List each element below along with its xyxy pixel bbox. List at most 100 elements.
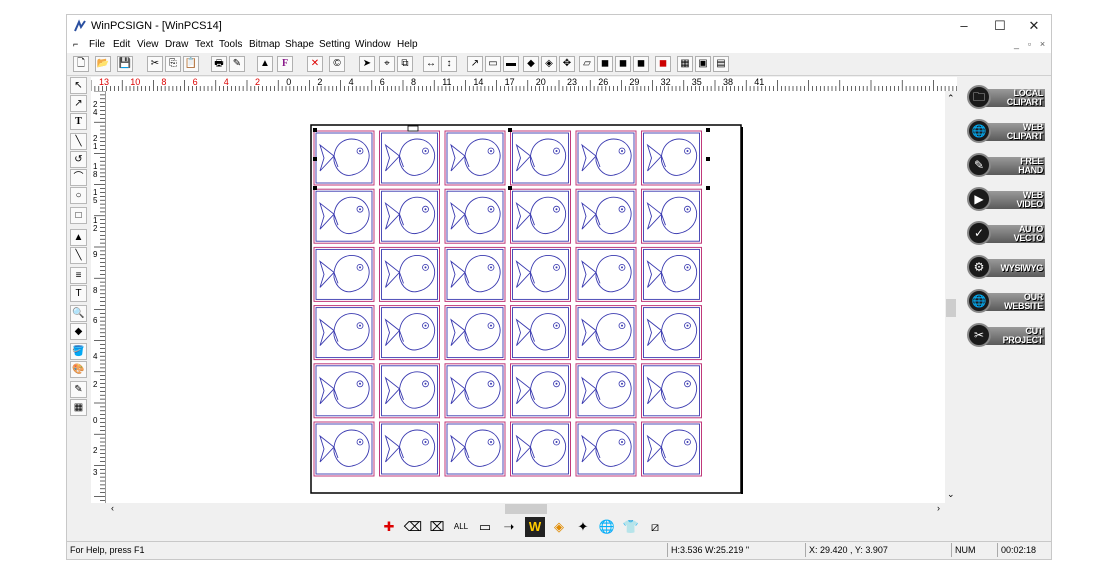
maximize-button[interactable]: ☐	[983, 15, 1017, 37]
free-hand-button[interactable]: FREE HAND ✎	[967, 153, 1047, 179]
scroll-up-icon[interactable]: ⌃	[947, 93, 955, 104]
menu-bitmap[interactable]: Bitmap	[249, 39, 280, 50]
menu-draw[interactable]: Draw	[165, 39, 188, 50]
mdi-restore-button[interactable]: ▫	[1024, 39, 1035, 50]
group-icon-3[interactable]: ▤	[713, 56, 729, 72]
arrange-icon-6[interactable]: ✥	[559, 56, 575, 72]
group-icon-1[interactable]: ▦	[677, 56, 693, 72]
text-fit-icon[interactable]: ≡	[70, 267, 87, 284]
select-arrow-icon[interactable]: ➤	[359, 56, 375, 72]
fill-tool-icon[interactable]: ▲	[70, 229, 87, 246]
curve-tool-icon[interactable]: ↺	[70, 151, 87, 168]
auto-vecto-button[interactable]: AUTO VECTO ✓	[967, 221, 1047, 247]
our-website-button[interactable]: OUR WEBSITE 🌐	[967, 289, 1047, 315]
calculator-icon[interactable]: ▦	[70, 399, 87, 416]
palette-icon[interactable]: 🎨	[70, 361, 87, 378]
line-tool-icon[interactable]: ╲	[70, 133, 87, 150]
contour-icon[interactable]: ◈	[549, 517, 569, 537]
group-icon-2[interactable]: ▣	[695, 56, 711, 72]
rectangle-tool-icon[interactable]: □	[70, 207, 87, 224]
save-icon[interactable]: 💾	[117, 56, 133, 72]
to-line-icon[interactable]: ▭	[475, 517, 495, 537]
pointer-tool-icon[interactable]: ↖	[70, 77, 87, 94]
menu-tools[interactable]: Tools	[219, 39, 242, 50]
menu-help[interactable]: Help	[397, 39, 418, 50]
ellipse-tool-icon[interactable]: ○	[70, 187, 87, 204]
vertical-scroll-thumb[interactable]	[946, 299, 956, 317]
menu-view[interactable]: View	[137, 39, 159, 50]
scroll-right-icon[interactable]: ›	[937, 503, 940, 513]
menu-file[interactable]: File	[89, 39, 105, 50]
copyright-icon[interactable]: ©	[329, 56, 345, 72]
open-icon[interactable]: 📂	[95, 56, 111, 72]
mirror-vertical-icon[interactable]: ↕	[441, 56, 457, 72]
mdi-close-button[interactable]: ×	[1037, 39, 1048, 50]
wysiwyg-w-icon[interactable]: W	[525, 517, 545, 537]
arrange-icon-11[interactable]: ◼	[655, 56, 671, 72]
vertical-text-icon[interactable]: T	[70, 285, 87, 302]
arrange-icon-4[interactable]: ◆	[523, 56, 539, 72]
cut-icon[interactable]: ✂	[147, 56, 163, 72]
arrange-icon-10[interactable]: ◼	[633, 56, 649, 72]
mdi-doc-icon[interactable]: ⌐	[73, 39, 83, 49]
close-button[interactable]: ✕	[1017, 15, 1051, 37]
to-curve-icon[interactable]: ➝	[499, 517, 519, 537]
label-line-2: HAND	[1018, 165, 1043, 175]
scroll-left-icon[interactable]: ‹	[111, 503, 114, 513]
ruler-label: 41	[754, 77, 765, 87]
paste-icon[interactable]: 📋	[183, 56, 199, 72]
break-node-icon[interactable]: ⌧	[427, 517, 447, 537]
paint-bucket-icon[interactable]: 🪣	[70, 343, 87, 360]
cut-project-button[interactable]: CUT PROJECT ✂	[967, 323, 1047, 349]
scroll-down-icon[interactable]: ⌄	[947, 489, 955, 500]
local-clipart-button[interactable]: LOCAL CLIPART 🗀	[967, 85, 1047, 111]
menu-setting[interactable]: Setting	[319, 39, 350, 50]
arrange-icon-9[interactable]: ◼	[615, 56, 631, 72]
add-node-icon[interactable]: ✚	[379, 517, 399, 537]
cutter-icon[interactable]: ✎	[229, 56, 245, 72]
web-clipart-button[interactable]: WEB CLIPART 🌐	[967, 119, 1047, 145]
weld-icon[interactable]: ⧉	[397, 56, 413, 72]
arrange-icon-2[interactable]: ▭	[485, 56, 501, 72]
mdi-minimize-button[interactable]: _	[1011, 39, 1022, 50]
measure-tool-icon[interactable]: ✎	[70, 381, 87, 398]
new-icon[interactable]: 🗋	[73, 56, 89, 72]
crop-icon[interactable]: ⧄	[645, 517, 665, 537]
arrange-icon-1[interactable]: ↗	[467, 56, 483, 72]
minimize-button[interactable]: –	[947, 15, 981, 37]
menu-shape[interactable]: Shape	[285, 39, 314, 50]
ruler-label: 6	[192, 77, 198, 87]
zoom-tool-icon[interactable]: 🔍	[70, 305, 87, 322]
node-edit-icon[interactable]: ⌖	[379, 56, 395, 72]
text-tool-icon[interactable]: T	[70, 113, 87, 130]
delete-node-icon[interactable]: ⌫	[403, 517, 423, 537]
delete-icon[interactable]: ✕	[307, 56, 323, 72]
texture-icon[interactable]: ✦	[573, 517, 593, 537]
font-icon[interactable]: F	[277, 56, 293, 72]
menu-text[interactable]: Text	[195, 39, 213, 50]
horizontal-scrollbar[interactable]: ‹ ›	[91, 503, 957, 515]
print-icon[interactable]: 🖶	[211, 56, 227, 72]
globe-icon[interactable]: 🌐	[597, 517, 617, 537]
drawing-canvas[interactable]	[106, 91, 957, 503]
web-video-button[interactable]: WEB VIDEO ▶	[967, 187, 1047, 213]
menu-edit[interactable]: Edit	[113, 39, 130, 50]
arrange-icon-3[interactable]: ▬	[503, 56, 519, 72]
arrange-icon-7[interactable]: ▱	[579, 56, 595, 72]
knife-tool-icon[interactable]: ╲	[70, 247, 87, 264]
menu-window[interactable]: Window	[355, 39, 391, 50]
arrange-icon-5[interactable]: ◈	[541, 56, 557, 72]
vertical-scrollbar[interactable]: ⌃ ⌄	[945, 91, 957, 503]
pen-tool-icon[interactable]: ▲	[257, 56, 273, 72]
node-tool-icon[interactable]: ↗	[70, 95, 87, 112]
wysiwyg-button[interactable]: WYSIWYG ⚙	[967, 255, 1047, 281]
arrange-icon-8[interactable]: ◼	[597, 56, 613, 72]
all-nodes-icon[interactable]: ALL	[451, 517, 471, 537]
bezier-tool-icon[interactable]: ⌒	[70, 169, 87, 186]
mirror-horizontal-icon[interactable]: ↔	[423, 56, 439, 72]
horizontal-scroll-thumb[interactable]	[505, 504, 547, 514]
tshirt-icon[interactable]: 👕	[621, 517, 641, 537]
eraser-tool-icon[interactable]: ◆	[70, 323, 87, 340]
copy-icon[interactable]: ⎘	[165, 56, 181, 72]
ruler-label: 2	[93, 380, 98, 389]
